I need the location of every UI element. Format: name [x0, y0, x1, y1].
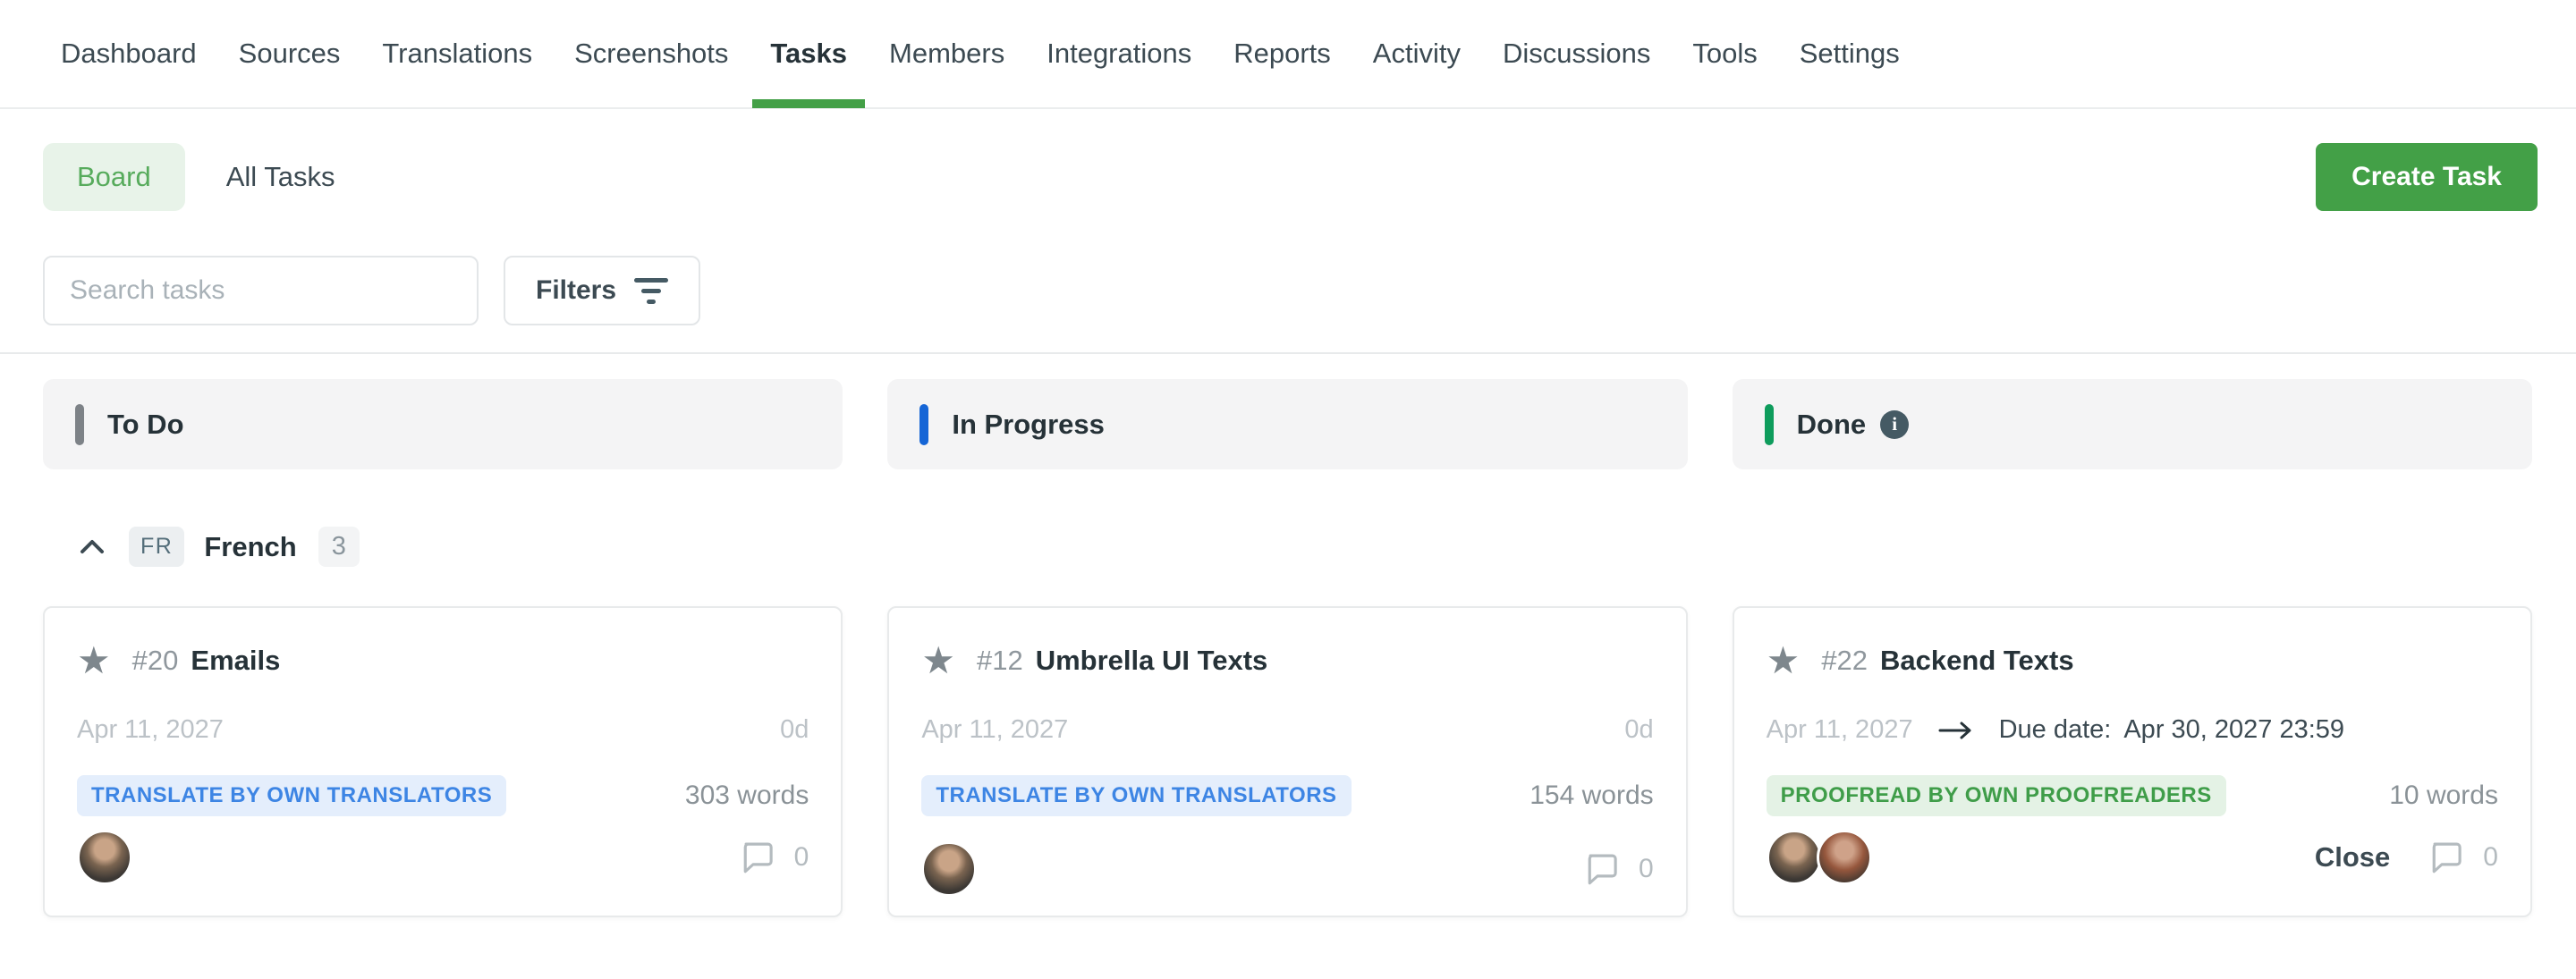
task-type-badge: PROOFREAD BY OWN PROOFREADERS	[1767, 775, 2226, 816]
comment-count: 0	[1639, 854, 1654, 884]
column-label: In Progress	[952, 409, 1105, 441]
search-row: Filters	[0, 211, 2576, 325]
task-title[interactable]: Backend Texts	[1880, 645, 2074, 677]
task-title[interactable]: Umbrella UI Texts	[1036, 645, 1268, 677]
comment-icon[interactable]	[2429, 839, 2467, 876]
nav-item-sources[interactable]: Sources	[239, 0, 341, 108]
word-count: 303 words	[685, 781, 809, 811]
nav-item-settings[interactable]: Settings	[1800, 0, 1900, 108]
word-count: 154 words	[1530, 781, 1653, 811]
nav-item-discussions[interactable]: Discussions	[1503, 0, 1650, 108]
comment-count: 0	[2483, 842, 2498, 873]
task-id: #22	[1821, 645, 1868, 677]
due-date-label: Due date:	[1999, 715, 2112, 745]
todo-status-bar	[75, 404, 84, 445]
star-icon[interactable]: ★	[77, 642, 111, 679]
nav-item-activity[interactable]: Activity	[1373, 0, 1461, 108]
task-cards-row: ★ #20 Emails Apr 11, 2027 0d TRANSLATE B…	[43, 606, 2532, 917]
task-days-left: 0d	[1624, 715, 1653, 745]
nav-item-screenshots[interactable]: Screenshots	[574, 0, 728, 108]
collapse-group-button[interactable]	[79, 538, 106, 556]
top-navigation: Dashboard Sources Translations Screensho…	[0, 0, 2576, 109]
task-id: #20	[132, 645, 179, 677]
done-status-bar	[1765, 404, 1774, 445]
star-icon[interactable]: ★	[1767, 642, 1801, 679]
comment-icon[interactable]	[741, 839, 778, 876]
view-toggle-row: Board All Tasks Create Task	[0, 109, 2576, 211]
column-label: Done	[1797, 409, 1867, 441]
nav-item-reports[interactable]: Reports	[1233, 0, 1331, 108]
column-label: To Do	[107, 409, 184, 441]
search-input[interactable]	[43, 256, 479, 325]
language-name: French	[204, 531, 296, 563]
in-progress-status-bar	[919, 404, 928, 445]
due-date-value: Apr 30, 2027 23:59	[2123, 715, 2344, 745]
nav-item-translations[interactable]: Translations	[382, 0, 532, 108]
assignee-avatar[interactable]	[1767, 830, 1822, 885]
task-card[interactable]: ★ #22 Backend Texts Apr 11, 2027 Due dat…	[1733, 606, 2532, 917]
board-view-button[interactable]: Board	[43, 143, 185, 211]
star-icon[interactable]: ★	[921, 642, 955, 679]
close-task-button[interactable]: Close	[2315, 841, 2390, 874]
column-header-todo: To Do	[43, 379, 843, 469]
task-created-date: Apr 11, 2027	[77, 715, 224, 745]
task-title[interactable]: Emails	[191, 645, 280, 677]
assignee-avatar[interactable]	[77, 830, 132, 885]
task-type-badge: TRANSLATE BY OWN TRANSLATORS	[77, 775, 506, 816]
info-icon[interactable]: i	[1880, 410, 1909, 439]
nav-item-integrations[interactable]: Integrations	[1046, 0, 1191, 108]
task-card[interactable]: ★ #20 Emails Apr 11, 2027 0d TRANSLATE B…	[43, 606, 843, 917]
nav-item-dashboard[interactable]: Dashboard	[61, 0, 197, 108]
language-code-badge: FR	[129, 527, 184, 567]
filter-lines-icon	[634, 278, 668, 304]
language-group-header: FR French 3	[79, 527, 2576, 567]
nav-item-tools[interactable]: Tools	[1692, 0, 1757, 108]
task-count-badge: 3	[318, 527, 360, 567]
nav-item-tasks[interactable]: Tasks	[770, 0, 847, 108]
create-task-button[interactable]: Create Task	[2316, 143, 2538, 211]
nav-item-members[interactable]: Members	[889, 0, 1004, 108]
all-tasks-view-button[interactable]: All Tasks	[226, 161, 335, 193]
task-days-left: 0d	[780, 715, 809, 745]
column-header-done: Done i	[1733, 379, 2532, 469]
word-count: 10 words	[2389, 781, 2498, 811]
arrow-right-icon	[1936, 721, 1976, 740]
task-created-date: Apr 11, 2027	[921, 715, 1068, 745]
comment-icon[interactable]	[1585, 850, 1623, 888]
chevron-up-icon	[79, 538, 106, 556]
assignee-avatar[interactable]	[1817, 830, 1872, 885]
comment-count: 0	[794, 842, 809, 873]
column-header-in-progress: In Progress	[887, 379, 1687, 469]
task-id: #12	[977, 645, 1023, 677]
task-type-badge: TRANSLATE BY OWN TRANSLATORS	[921, 775, 1351, 816]
filters-button-label: Filters	[536, 275, 616, 306]
board-column-headers: To Do In Progress Done i	[43, 354, 2532, 469]
filters-button[interactable]: Filters	[504, 256, 700, 325]
task-created-date: Apr 11, 2027	[1767, 715, 1913, 745]
task-card[interactable]: ★ #12 Umbrella UI Texts Apr 11, 2027 0d …	[887, 606, 1687, 917]
assignee-avatar[interactable]	[921, 841, 977, 897]
